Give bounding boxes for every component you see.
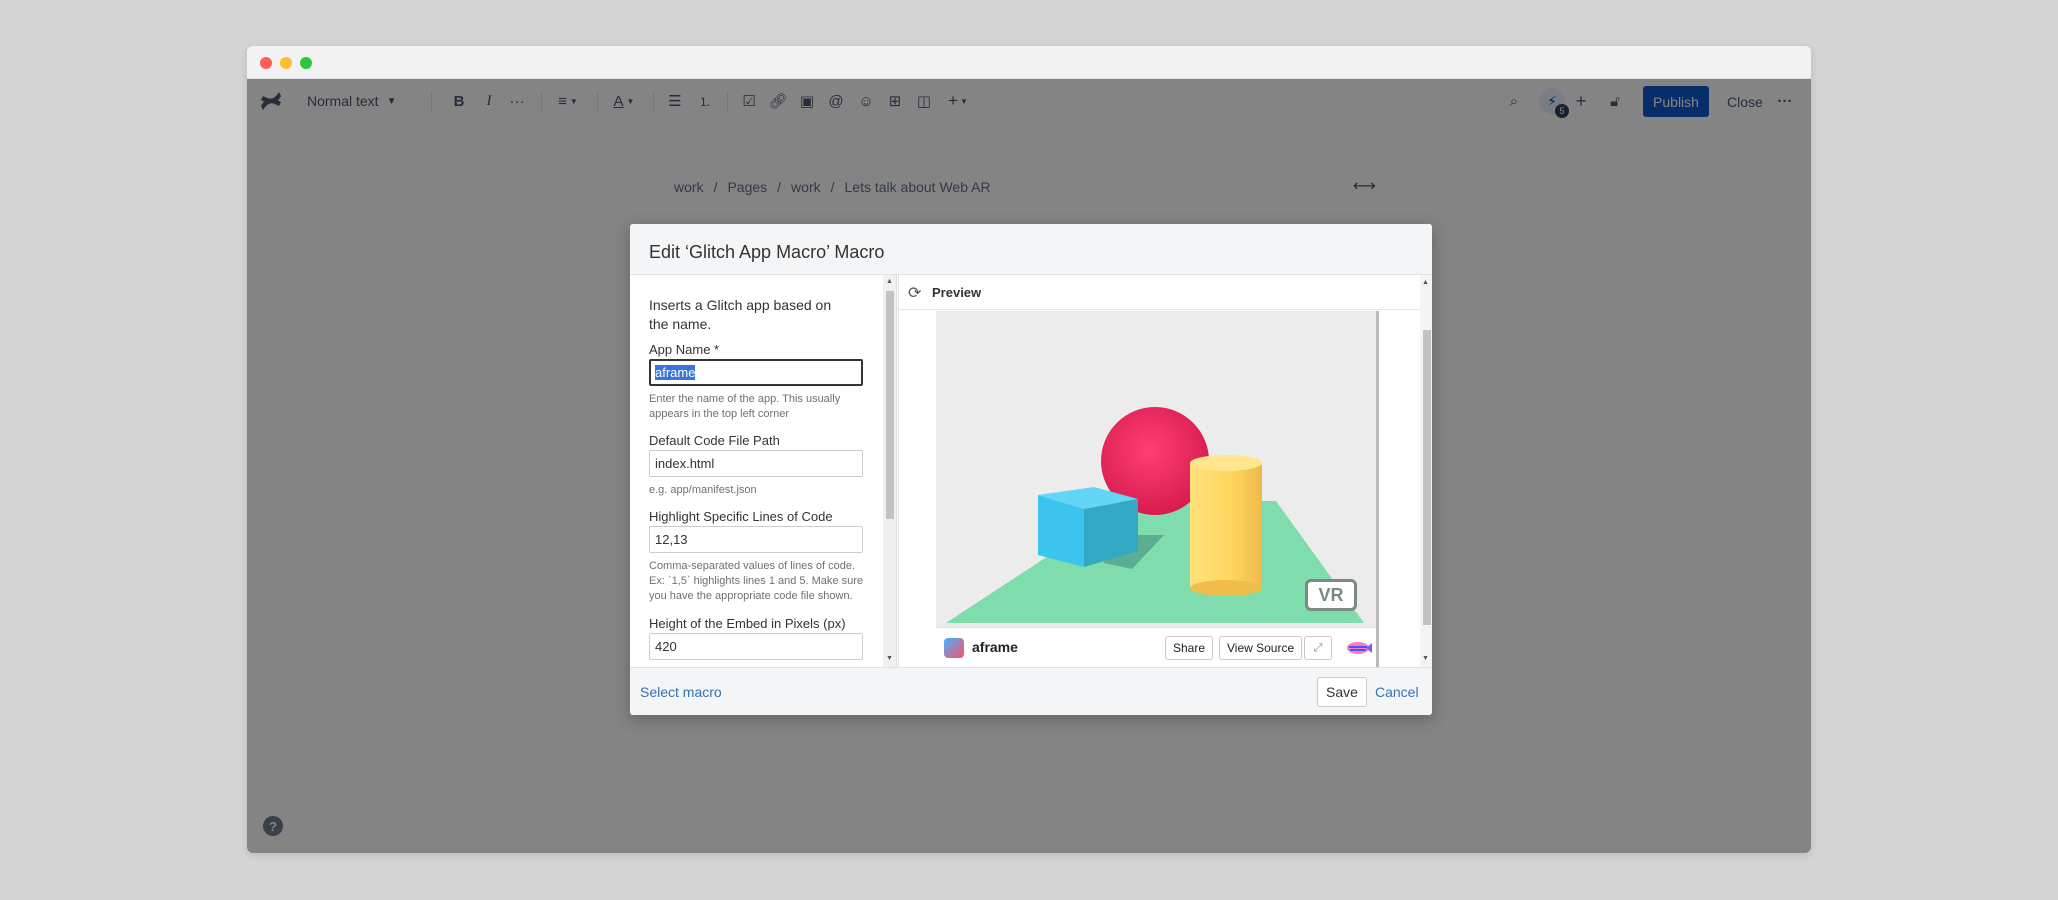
app-name-label: App Name * xyxy=(649,342,720,357)
embed-toolbar: aframe Share View Source ⤢ xyxy=(936,627,1376,667)
cylinder-bottom xyxy=(1190,580,1262,596)
scroll-down-icon[interactable]: ▼ xyxy=(886,655,893,662)
glitch-embed-frame: VR aframe Share View Source ⤢ xyxy=(936,311,1379,667)
scroll-up-icon[interactable]: ▲ xyxy=(1422,279,1429,286)
code-path-label: Default Code File Path xyxy=(649,433,780,448)
preview-label: Preview xyxy=(932,285,982,300)
select-macro-link[interactable]: Select macro xyxy=(640,684,722,700)
form-scrollbar[interactable]: ▲ ▼ xyxy=(883,275,897,667)
dialog-footer: Select macro Save Cancel xyxy=(630,667,1432,715)
app-name-help: Enter the name of the app. This usually … xyxy=(649,393,841,420)
dialog-header: Edit ‘Glitch App Macro’ Macro xyxy=(630,224,1432,275)
scroll-up-icon[interactable]: ▲ xyxy=(886,278,893,285)
highlight-lines-input[interactable]: 12,13 xyxy=(649,526,863,553)
minimize-window-button[interactable] xyxy=(280,57,292,69)
vr-mode-button[interactable]: VR xyxy=(1305,579,1357,611)
highlight-lines-label: Highlight Specific Lines of Code xyxy=(649,509,833,524)
code-path-help: e.g. app/manifest.json xyxy=(649,484,757,496)
macro-form-panel: Inserts a Glitch app based on the name. … xyxy=(630,275,898,667)
close-window-button[interactable] xyxy=(260,57,272,69)
embed-app-name[interactable]: aframe xyxy=(972,639,1018,655)
fullscreen-icon[interactable]: ⤢ xyxy=(1304,636,1332,660)
maximize-window-button[interactable] xyxy=(300,57,312,69)
preview-scrollbar[interactable]: ▲ ▼ xyxy=(1420,275,1432,667)
preview-panel: ⟳ Preview VR aframe Share View Source ⤢ … xyxy=(898,275,1432,667)
app-name-input[interactable]: aframe xyxy=(649,359,863,386)
embed-height-label: Height of the Embed in Pixels (px) xyxy=(649,616,846,631)
app-name-value: aframe xyxy=(655,365,696,380)
highlight-lines-help: Comma-separated values of lines of code.… xyxy=(649,560,864,602)
macro-dialog: Edit ‘Glitch App Macro’ Macro Inserts a … xyxy=(630,224,1432,715)
preview-header: ⟳ Preview xyxy=(899,275,1432,310)
share-button[interactable]: Share xyxy=(1165,636,1214,660)
dialog-title: Edit ‘Glitch App Macro’ Macro xyxy=(649,242,885,262)
view-source-button[interactable]: View Source xyxy=(1219,636,1303,660)
form-scrollbar-thumb[interactable] xyxy=(886,291,894,519)
window-titlebar xyxy=(247,46,1811,79)
macro-description: Inserts a Glitch app based on the name. xyxy=(649,297,832,332)
glitch-app-icon xyxy=(944,638,964,658)
preview-scrollbar-thumb[interactable] xyxy=(1423,330,1431,625)
cancel-link[interactable]: Cancel xyxy=(1375,684,1419,700)
embed-height-input[interactable]: 420 xyxy=(649,633,863,660)
cylinder-top xyxy=(1190,455,1262,471)
glitch-fish-icon[interactable] xyxy=(1346,640,1372,656)
scroll-down-icon[interactable]: ▼ xyxy=(1422,655,1429,662)
refresh-icon[interactable]: ⟳ xyxy=(908,283,921,303)
save-button[interactable]: Save xyxy=(1317,677,1367,707)
cylinder-body xyxy=(1190,463,1262,588)
code-path-input[interactable]: index.html xyxy=(649,450,863,477)
